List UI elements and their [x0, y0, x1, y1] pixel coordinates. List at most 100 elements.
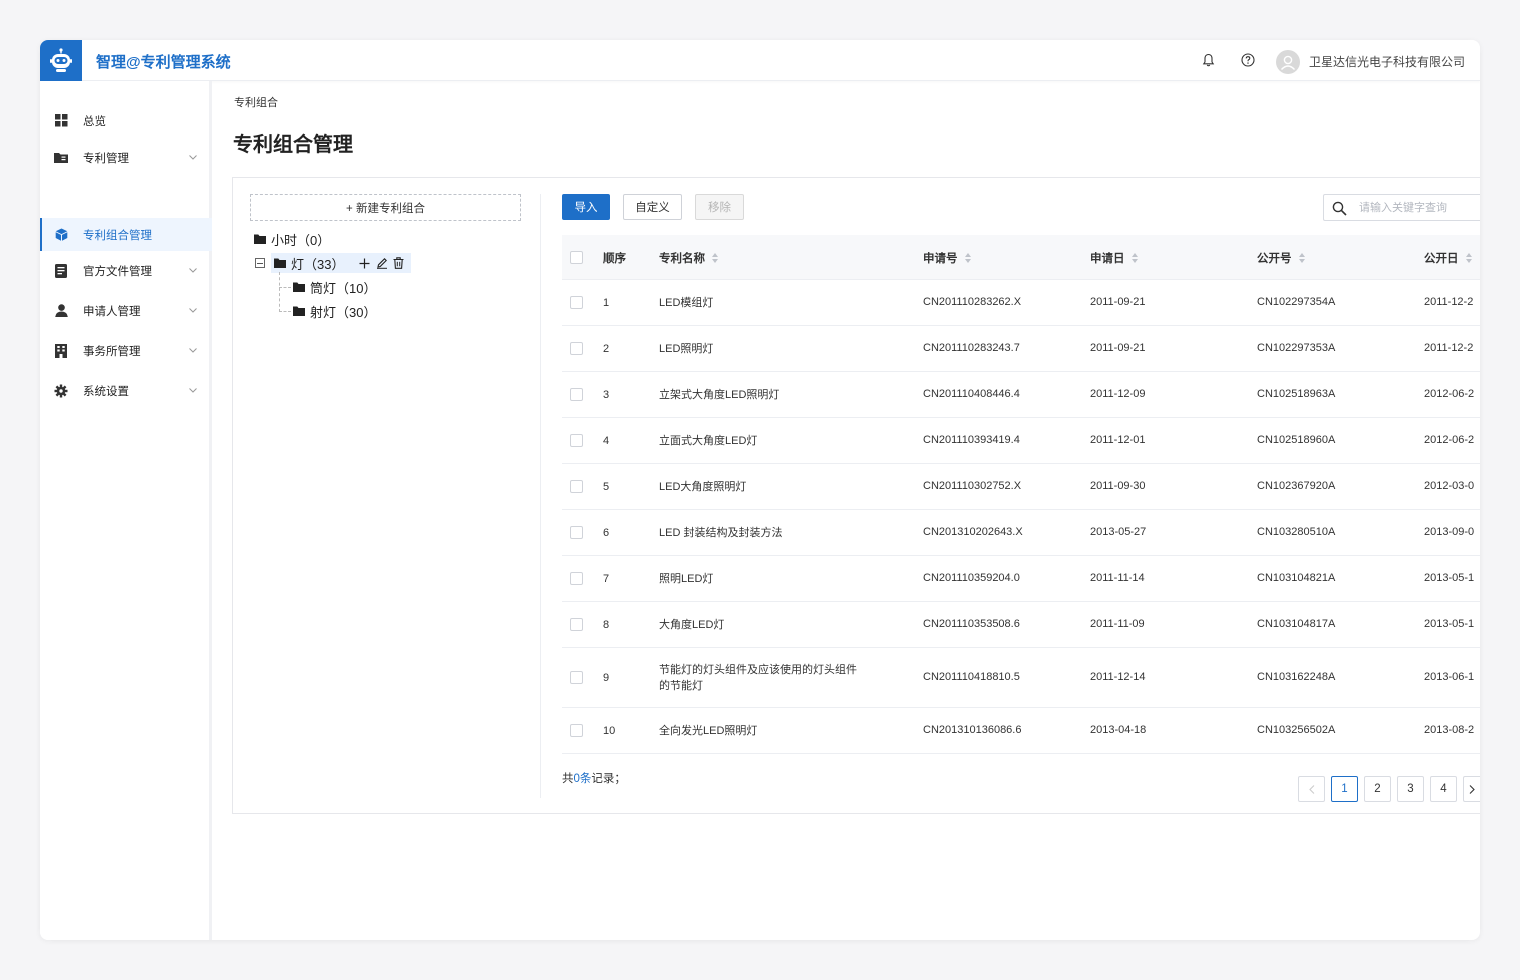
select-all-checkbox[interactable]	[570, 251, 583, 264]
sort-icon[interactable]	[1465, 253, 1472, 263]
sidebar-item-applicants[interactable]: 申请人管理	[40, 294, 212, 327]
tree-node-label: 筒灯（10）	[310, 280, 377, 296]
sidebar-item-label: 官方文件管理	[83, 265, 152, 278]
next-page-button[interactable]	[1463, 776, 1480, 802]
tree-node-actions	[358, 257, 405, 270]
prev-page-button[interactable]	[1298, 776, 1325, 802]
cell-order: 1	[603, 297, 610, 309]
cell-app-date: 2013-05-27	[1090, 526, 1147, 538]
row-checkbox[interactable]	[570, 480, 583, 493]
row-checkbox[interactable]	[570, 618, 583, 631]
cell-pub-no: CN103104821A	[1257, 572, 1336, 584]
page-button[interactable]: 4	[1430, 776, 1457, 802]
cell-order: 4	[603, 435, 610, 447]
chevron-down-icon	[188, 386, 198, 396]
company-name[interactable]: 卫星达信光电子科技有限公司	[1309, 53, 1465, 70]
cell-pub-date: 2012-06-2	[1424, 434, 1475, 446]
sidebar-item-patents[interactable]: 专利管理	[40, 141, 212, 174]
column-header-order: 顺序	[603, 253, 626, 265]
row-checkbox[interactable]	[570, 296, 583, 309]
search-input[interactable]	[1359, 200, 1479, 216]
new-portfolio-button[interactable]: + 新建专利组合	[250, 194, 521, 221]
cell-order: 2	[603, 343, 610, 355]
table-row[interactable]: 8 大角度LED灯 CN201110353508.6 2011-11-09 CN…	[562, 602, 1480, 648]
folder-icon	[274, 258, 286, 268]
help-icon[interactable]	[1240, 52, 1256, 68]
tree-node[interactable]: 射灯（30）	[293, 301, 376, 321]
table-row[interactable]: 2 LED照明灯 CN201110283243.7 2011-09-21 CN1…	[562, 326, 1480, 372]
page-button[interactable]: 3	[1397, 776, 1424, 802]
sidebar-item-portfolio[interactable]: 专利组合管理	[40, 218, 212, 251]
building-icon	[54, 343, 68, 358]
tree-node[interactable]: 小时（0）	[254, 229, 330, 249]
row-checkbox[interactable]	[570, 342, 583, 355]
cell-app-no: CN201110302752.X	[923, 480, 1022, 492]
column-header-app-no[interactable]: 申请号	[923, 250, 971, 266]
cell-app-no: CN201110408446.4	[923, 388, 1020, 400]
cell-pub-date: 2012-06-2	[1424, 388, 1475, 400]
table-row[interactable]: 9 节能灯的灯头组件及应该使用的灯头组件的节能灯 CN201110418810.…	[562, 648, 1480, 708]
collapse-toggle[interactable]	[255, 258, 265, 268]
page-button[interactable]: 2	[1364, 776, 1391, 802]
tree-node-selected[interactable]: 灯（33）	[271, 253, 412, 273]
cell-pub-date: 2011-12-2	[1424, 342, 1474, 354]
sort-icon[interactable]	[1131, 253, 1138, 263]
column-header-name[interactable]: 专利名称	[659, 250, 718, 266]
tree-node-label: 小时（0）	[271, 232, 331, 248]
add-icon[interactable]	[358, 257, 371, 270]
search-icon	[1332, 201, 1347, 216]
page-button[interactable]: 1	[1331, 776, 1358, 802]
table-row[interactable]: 6 LED 封装结构及封装方法 CN201310202643.X 2013-05…	[562, 510, 1480, 556]
cell-app-no: CN201310202643.X	[923, 526, 1023, 538]
table-row[interactable]: 5 LED大角度照明灯 CN201110302752.X 2011-09-30 …	[562, 464, 1480, 510]
logo-icon	[40, 40, 82, 81]
cube-icon	[54, 228, 68, 242]
chevron-down-icon	[188, 153, 198, 163]
import-button[interactable]: 导入	[562, 194, 610, 220]
column-header-pub-no[interactable]: 公开号	[1257, 250, 1305, 266]
table-row[interactable]: 7 照明LED灯 CN201110359204.0 2011-11-14 CN1…	[562, 556, 1480, 602]
sort-icon[interactable]	[1298, 253, 1305, 263]
cell-name: 立架式大角度LED照明灯	[659, 389, 780, 401]
sidebar-item-settings[interactable]: 系统设置	[40, 374, 212, 407]
column-header-pub-date[interactable]: 公开日	[1424, 250, 1472, 266]
customize-button[interactable]: 自定义	[623, 194, 682, 220]
avatar[interactable]	[1276, 50, 1300, 74]
cell-pub-date: 2013-05-1	[1424, 618, 1475, 630]
cell-name: 照明LED灯	[659, 573, 714, 585]
chevron-down-icon	[188, 266, 198, 276]
cell-app-date: 2011-11-14	[1090, 572, 1145, 584]
search-box	[1323, 194, 1480, 221]
bell-icon[interactable]	[1200, 52, 1216, 68]
row-checkbox[interactable]	[570, 434, 583, 447]
gear-icon	[54, 384, 68, 398]
tree-node[interactable]: 筒灯（10）	[293, 277, 376, 297]
sort-icon[interactable]	[712, 253, 718, 263]
edit-icon[interactable]	[375, 257, 388, 270]
row-checkbox[interactable]	[570, 388, 583, 401]
user-icon	[54, 304, 68, 318]
table-row[interactable]: 3 立架式大角度LED照明灯 CN201110408446.4 2011-12-…	[562, 372, 1480, 418]
row-checkbox[interactable]	[570, 724, 583, 737]
table-row[interactable]: 10 全向发光LED照明灯 CN201310136086.6 2013-04-1…	[562, 708, 1480, 754]
total-records: 共0条记录；	[562, 773, 626, 785]
remove-button[interactable]: 移除	[695, 194, 744, 220]
cell-name: LED 封装结构及封装方法	[659, 527, 783, 539]
row-checkbox[interactable]	[570, 572, 583, 585]
table-row[interactable]: 1 LED模组灯 CN201110283262.X 2011-09-21 CN1…	[562, 280, 1480, 326]
cell-pub-no: CN103162248A	[1257, 671, 1336, 683]
cell-app-date: 2011-12-01	[1090, 434, 1146, 446]
column-header-app-date[interactable]: 申请日	[1090, 250, 1138, 266]
sort-icon[interactable]	[964, 253, 971, 263]
delete-icon[interactable]	[392, 257, 405, 270]
sidebar-item-agencies[interactable]: 事务所管理	[40, 334, 212, 367]
breadcrumb[interactable]: 专利组合	[234, 94, 278, 110]
table-row[interactable]: 4 立面式大角度LED灯 CN201110393419.4 2011-12-01…	[562, 418, 1480, 464]
cell-app-no: CN201110418810.5	[923, 671, 1020, 683]
row-checkbox[interactable]	[570, 526, 583, 539]
cell-app-date: 2013-04-18	[1090, 724, 1147, 736]
sidebar-item-official-docs[interactable]: 官方文件管理	[40, 254, 212, 287]
row-checkbox[interactable]	[570, 671, 583, 684]
sidebar-item-label: 总览	[83, 115, 106, 128]
sidebar-item-overview[interactable]: 总览	[40, 104, 212, 137]
